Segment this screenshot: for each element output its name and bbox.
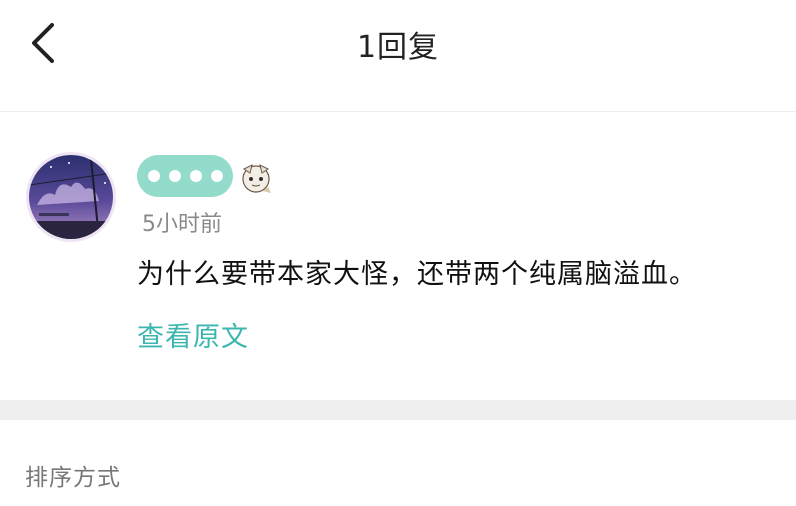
view-original-link[interactable]: 查看原文 xyxy=(137,315,249,354)
username-pill[interactable] xyxy=(137,155,233,197)
username-dot xyxy=(168,170,181,182)
avatar[interactable] xyxy=(26,152,116,242)
character-badge-icon xyxy=(242,164,271,193)
comment-card: 5小时前 为什么要带本家大怪，还带两个纯属脑溢血。 查看原文 xyxy=(0,112,796,400)
username-dot xyxy=(189,170,202,182)
page-title: 1回复 xyxy=(356,30,440,65)
comment-text: 为什么要带本家大怪，还带两个纯属脑溢血。 xyxy=(137,259,697,290)
top-bar: 1回复 xyxy=(0,0,796,112)
section-divider xyxy=(0,400,796,420)
username-dot xyxy=(147,170,160,182)
sort-option[interactable]: 排序方式 xyxy=(25,458,121,492)
comment-timestamp: 5小时前 xyxy=(142,212,222,237)
avatar-image xyxy=(29,155,113,239)
reply-page: 1回复 5小时前 为什么要带本家大怪，还带两个纯属脑溢血。 查看原文 排序方式 xyxy=(0,0,796,506)
username-dot xyxy=(210,170,223,182)
